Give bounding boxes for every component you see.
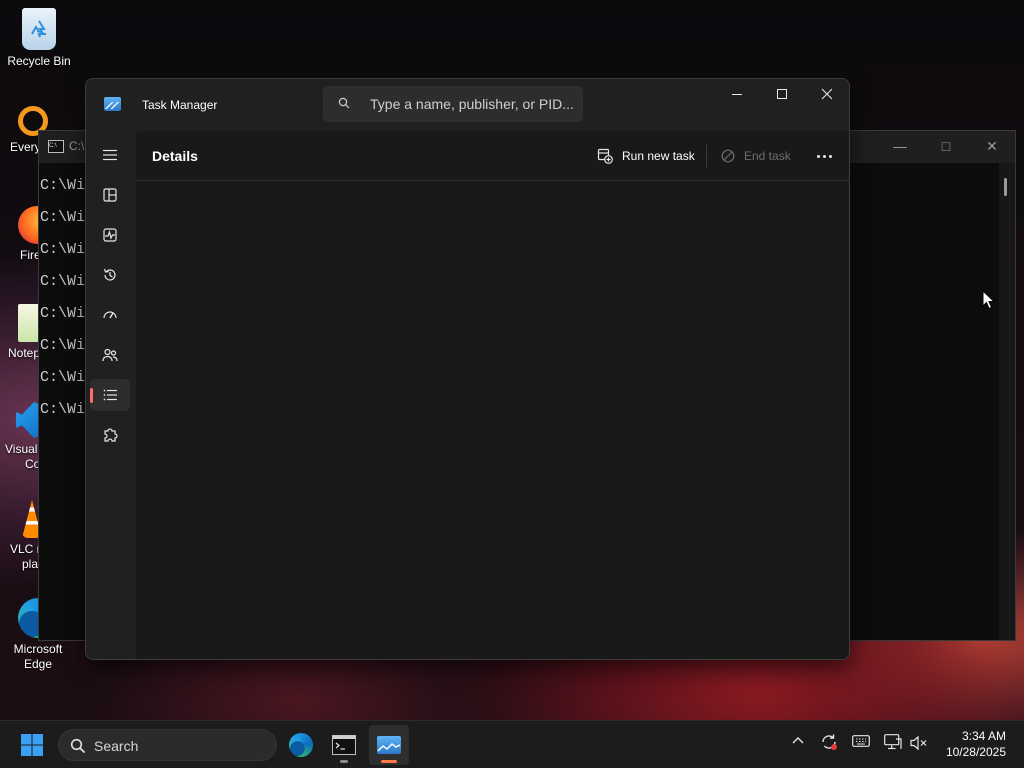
window-title: Task Manager — [142, 98, 218, 112]
mouse-cursor-icon — [982, 290, 996, 310]
users-icon — [102, 348, 118, 362]
search-icon — [338, 97, 350, 109]
system-clock[interactable]: 3:34 AM 10/28/2025 — [946, 728, 1006, 760]
nav-startup-apps[interactable] — [90, 299, 130, 331]
start-button[interactable] — [12, 725, 52, 765]
maximize-button[interactable] — [759, 79, 805, 111]
clock-time: 3:34 AM — [961, 729, 1006, 743]
network-tray[interactable] — [884, 734, 902, 753]
minimize-icon — [732, 94, 742, 95]
search-box[interactable] — [323, 86, 583, 122]
show-hidden-icons-button[interactable] — [792, 735, 804, 750]
volume-muted-icon — [910, 735, 927, 751]
close-icon — [821, 88, 833, 100]
nav-processes[interactable] — [90, 179, 130, 211]
nav-services[interactable] — [90, 419, 130, 451]
nav-users[interactable] — [90, 339, 130, 371]
more-dots-icon — [823, 155, 826, 158]
running-indicator — [340, 760, 348, 763]
startup-apps-icon — [103, 311, 117, 319]
command-prompt-icon — [332, 735, 356, 755]
taskbar-search-box[interactable]: Search — [58, 729, 277, 761]
active-indicator — [381, 760, 397, 763]
more-dots-icon — [817, 155, 820, 158]
console-title: C:\ — [69, 139, 85, 153]
taskbar: Search 3:34 AM 10/28/2025 — [0, 720, 1024, 768]
search-icon — [70, 738, 86, 754]
more-options-button[interactable] — [810, 142, 840, 170]
nav-menu-toggle[interactable] — [90, 139, 130, 171]
task-manager-app-icon — [104, 97, 121, 111]
edge-icon — [289, 733, 313, 757]
performance-icon — [103, 228, 117, 242]
desktop-icon-label: Recycle Bin — [7, 54, 71, 68]
nav-performance[interactable] — [90, 219, 130, 251]
details-page: Details Run new task End task — [136, 131, 849, 659]
keyboard-tray[interactable] — [852, 734, 870, 751]
details-list-icon — [103, 389, 117, 401]
more-dots-icon — [829, 155, 832, 158]
run-new-task-label: Run new task — [622, 149, 695, 163]
taskbar-edge[interactable] — [281, 725, 321, 765]
console-scrollbar-thumb[interactable] — [1004, 178, 1007, 196]
close-button[interactable] — [804, 79, 849, 111]
nav-details[interactable] — [90, 379, 130, 411]
taskbar-task-manager[interactable] — [369, 725, 409, 765]
taskbar-terminal[interactable] — [324, 725, 364, 765]
minimize-button[interactable] — [714, 79, 760, 111]
search-input[interactable] — [370, 93, 575, 115]
nav-app-history[interactable] — [90, 259, 130, 291]
run-new-task-button[interactable]: Run new task — [594, 142, 703, 170]
navigation-sidebar — [86, 131, 136, 659]
app-history-icon — [103, 268, 116, 281]
clock-date: 10/28/2025 — [945, 745, 1006, 759]
chevron-up-icon — [792, 737, 804, 744]
keyboard-icon — [852, 735, 870, 747]
task-manager-graph-icon — [377, 742, 401, 752]
recycle-bin-icon — [22, 8, 56, 50]
volume-tray[interactable] — [910, 735, 928, 754]
desktop-icon-label: Microsoft — [13, 642, 63, 656]
sync-alert-icon — [822, 734, 837, 750]
windows-logo-icon — [21, 734, 43, 756]
network-icon — [884, 734, 902, 750]
page-title: Details — [152, 148, 198, 164]
desktop-icon-label-2: Edge — [23, 657, 53, 671]
console-maximize-button[interactable]: □ — [923, 131, 969, 163]
task-manager-window[interactable]: Task Manager Type a name, publisher, or … — [85, 78, 850, 660]
desktop-icon-recycle-bin[interactable]: Recycle Bin — [1, 8, 77, 69]
hamburger-icon — [103, 149, 117, 161]
services-puzzle-icon — [104, 428, 118, 442]
console-minimize-button[interactable]: — — [877, 131, 923, 163]
toolbar-divider — [706, 145, 707, 167]
maximize-icon — [777, 89, 787, 99]
end-task-button[interactable]: End task — [718, 142, 799, 170]
processes-icon — [103, 188, 117, 202]
console-scrollbar-track[interactable] — [999, 163, 1015, 640]
console-close-button[interactable]: ✕ — [969, 131, 1015, 163]
page-toolbar: Details Run new task End task — [136, 131, 849, 181]
run-new-task-icon — [597, 148, 613, 164]
taskbar-search-label: Search — [94, 738, 139, 754]
console-app-icon: C:\ — [48, 140, 64, 153]
end-task-label: End task — [744, 149, 791, 163]
update-status-tray[interactable] — [820, 733, 838, 754]
end-task-icon — [721, 149, 735, 163]
task-manager-titlebar[interactable]: Task Manager — [86, 79, 849, 131]
